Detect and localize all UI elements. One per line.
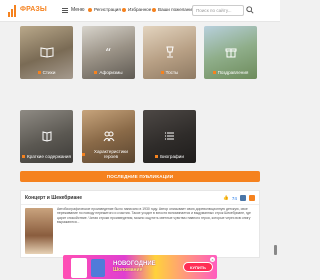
search-placeholder: Поиск по сайту... — [196, 8, 232, 13]
people-icon — [103, 131, 114, 142]
ad-subline: Шопомания — [113, 267, 143, 273]
book-open-icon — [40, 47, 53, 58]
hamburger-icon — [62, 7, 68, 13]
category-label: Характеристики героев — [93, 149, 128, 159]
menu-label: Меню — [71, 7, 85, 13]
latest-publications-button[interactable]: ПОСЛЕДНИЕ ПУБЛИКАЦИИ — [20, 171, 260, 182]
site-logo[interactable]: ФРАЗЫ — [8, 4, 48, 18]
category-label: Тосты — [165, 70, 179, 75]
ad-headline: НОВОГОДНИЕ Шопомания — [113, 261, 156, 273]
gift-icon — [225, 48, 236, 58]
scrollbar-thumb[interactable] — [274, 245, 277, 255]
divider — [21, 204, 259, 205]
book-icon — [42, 131, 51, 142]
close-icon[interactable]: × — [210, 257, 215, 262]
quote-icon: “ — [105, 46, 111, 58]
category-label: Афоризмы — [99, 70, 123, 75]
thumbs-up-icon[interactable]: 👍 — [223, 195, 229, 201]
ad-banner[interactable]: НОВОГОДНИЕ Шопомания КУПИТЬ × — [63, 255, 217, 279]
post-title[interactable]: Концерт и Шекебриане — [25, 195, 82, 201]
register-label: Регистрация — [94, 7, 121, 12]
ok-share-icon[interactable] — [249, 195, 255, 201]
category-tile-characters[interactable]: Характеристики героев — [82, 110, 135, 163]
category-label: Краткие содержания — [26, 154, 71, 159]
category-tile-summaries[interactable]: Краткие содержания — [20, 110, 73, 163]
logo-bars-icon — [8, 5, 18, 17]
post-meta: 👍 74 — [223, 195, 255, 201]
ad-product-image — [91, 259, 105, 277]
list-icon — [164, 132, 174, 140]
logo-text: ФРАЗЫ — [20, 6, 47, 13]
heart-icon — [122, 7, 126, 12]
top-bar: ФРАЗЫ Меню Регистрация Избранное Ваши по… — [0, 0, 280, 22]
menu-button[interactable]: Меню — [62, 7, 85, 13]
chat-icon — [152, 7, 156, 12]
category-tile-aphorisms[interactable]: “ Афоризмы — [82, 26, 135, 79]
category-label: Поздравления — [217, 70, 249, 75]
ad-buy-button[interactable]: КУПИТЬ — [183, 262, 213, 272]
likes-count: 74 — [231, 195, 237, 201]
category-tile-biographies[interactable]: Биографии — [143, 110, 196, 163]
register-link[interactable]: Регистрация — [88, 7, 121, 12]
glass-icon — [165, 46, 174, 58]
favorites-link[interactable]: Избранное — [122, 7, 151, 12]
post-card: Концерт и Шекебриане 👍 74 Автобиографиче… — [20, 190, 260, 258]
category-tile-toasts[interactable]: Тосты — [143, 26, 196, 79]
search-icon[interactable] — [246, 6, 254, 14]
post-image[interactable] — [25, 208, 53, 254]
post-excerpt: Автобиографическое произведение было нап… — [57, 207, 251, 224]
suggestions-label: Ваши пожелания — [158, 7, 195, 12]
user-icon — [88, 7, 92, 12]
category-tile-greetings[interactable]: Поздравления — [204, 26, 257, 79]
category-label: Стихи — [42, 70, 56, 75]
vk-share-icon[interactable] — [240, 195, 246, 201]
category-tile-poems[interactable]: Стихи — [20, 26, 73, 79]
svg-text:“: “ — [105, 46, 111, 58]
ad-product-image — [71, 258, 87, 278]
suggestions-link[interactable]: Ваши пожелания — [152, 7, 194, 12]
search-input[interactable]: Поиск по сайту... — [192, 5, 244, 16]
category-label: Биографии — [160, 154, 184, 159]
favorites-label: Избранное — [128, 7, 152, 12]
